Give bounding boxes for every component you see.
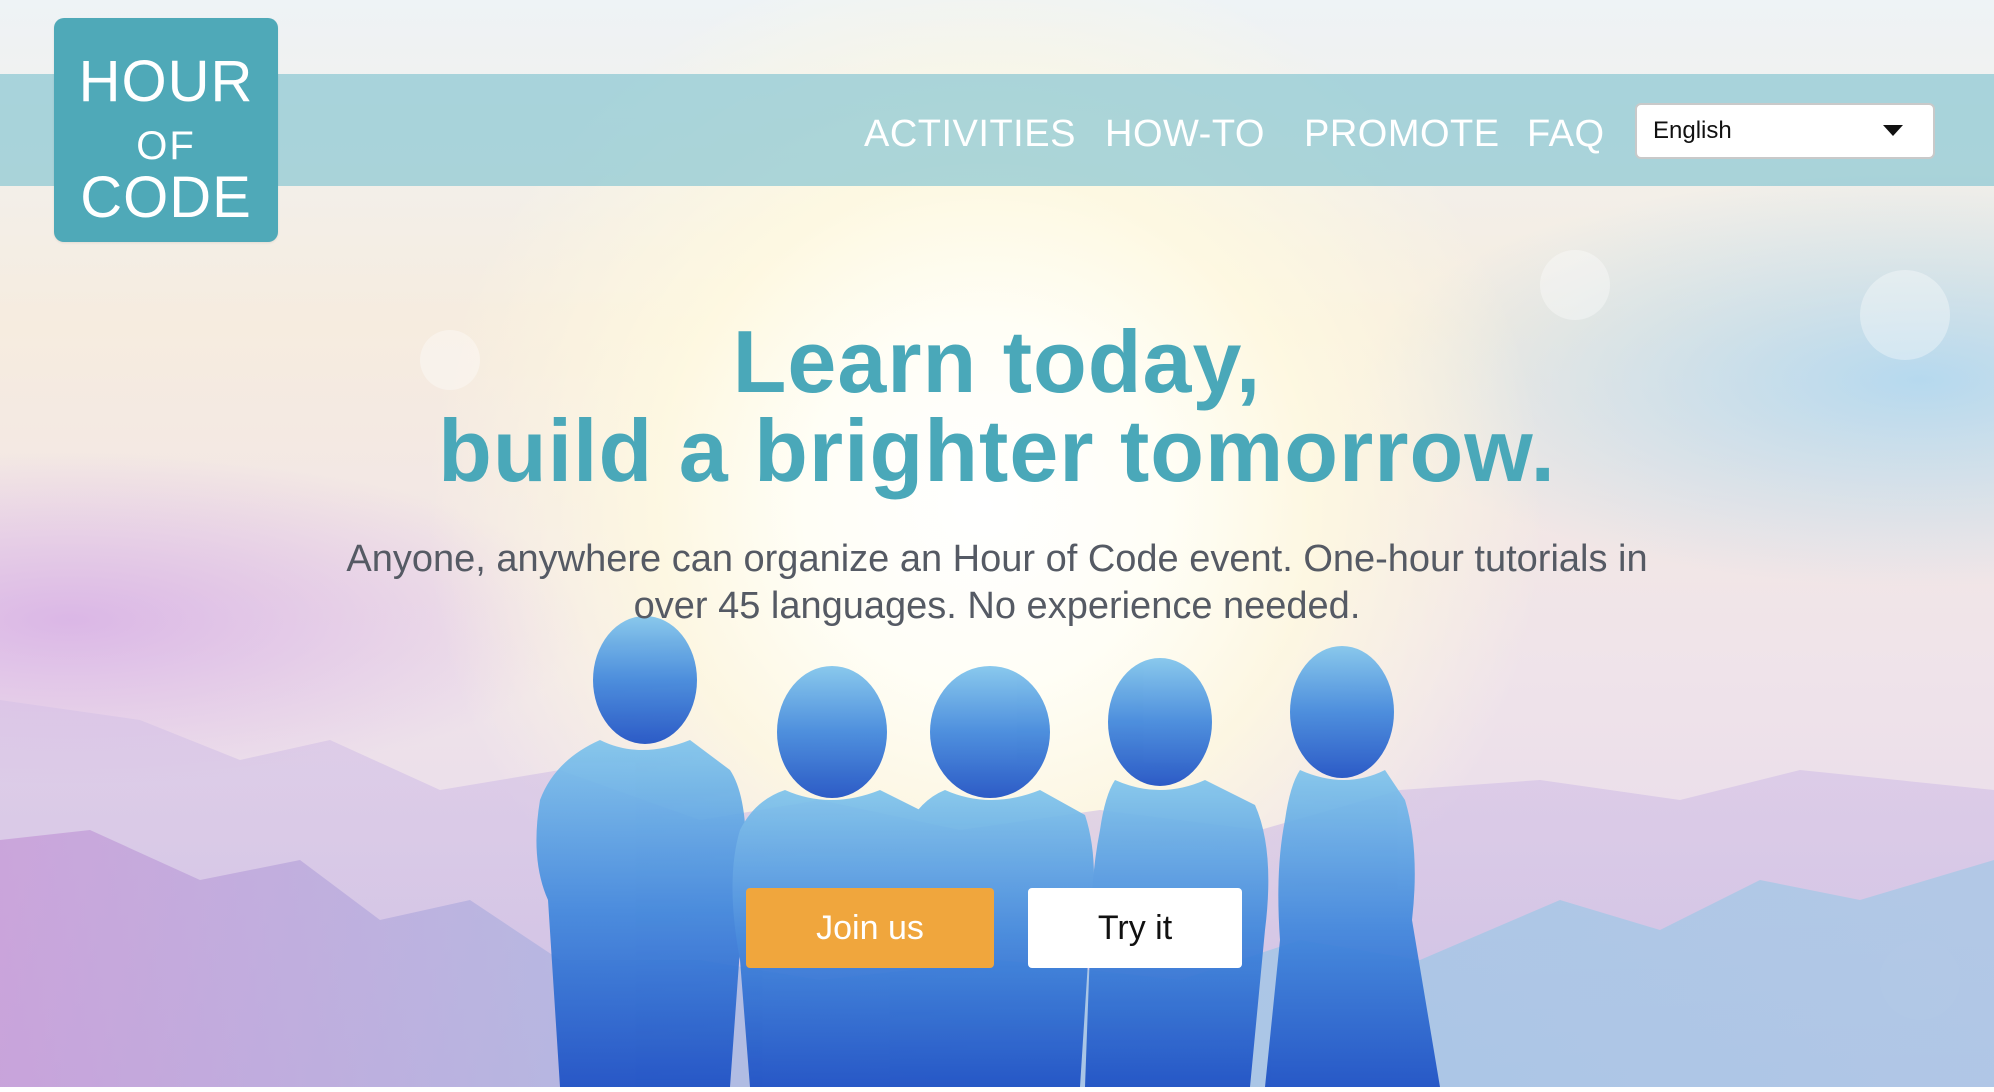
nav-link-promote[interactable]: PROMOTE: [1304, 112, 1500, 156]
hero-subtitle-line-1: Anyone, anywhere can organize an Hour of…: [346, 538, 1648, 580]
logo-line-2: OF: [136, 124, 196, 168]
logo-line-3: CODE: [80, 165, 252, 230]
hero-headline-line-2: build a brighter tomorrow.: [438, 401, 1556, 500]
hero-headline-line-1: Learn today,: [732, 312, 1262, 411]
nav-link-how-to[interactable]: HOW-TO: [1105, 112, 1265, 156]
chevron-down-icon: [1883, 125, 1903, 136]
logo-line-1: HOUR: [78, 49, 254, 114]
nav-link-faq[interactable]: FAQ: [1527, 112, 1605, 156]
try-it-button[interactable]: Try it: [1028, 888, 1242, 968]
join-us-button[interactable]: Join us: [746, 888, 994, 968]
hero-subtitle-line-2: over 45 languages. No experience needed.: [633, 585, 1361, 627]
nav-link-activities[interactable]: ACTIVITIES: [864, 112, 1076, 156]
hour-of-code-logo[interactable]: HOUR OF CODE: [54, 18, 278, 242]
language-select[interactable]: English: [1635, 103, 1935, 159]
children-silhouettes: [536, 616, 1440, 1087]
language-select-value: English: [1653, 117, 1732, 144]
